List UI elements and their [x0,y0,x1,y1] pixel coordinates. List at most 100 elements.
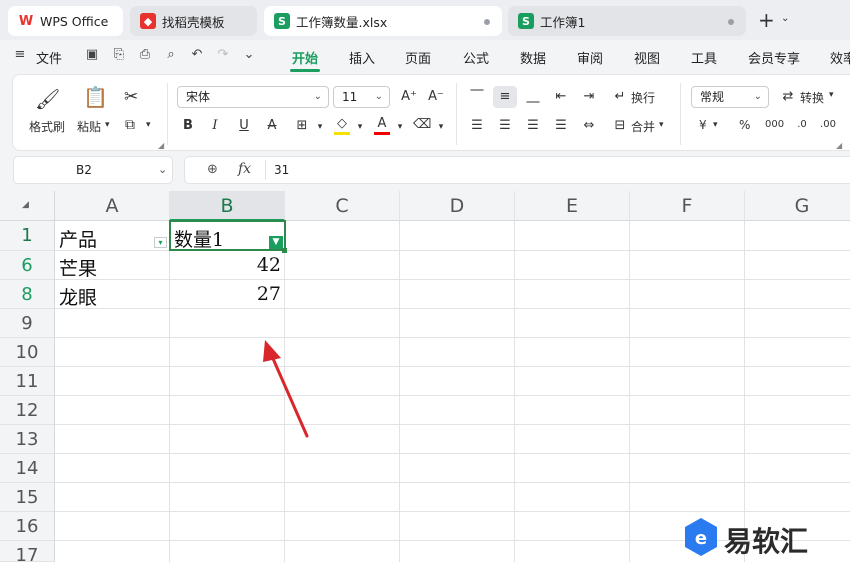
zoom-magnifier-icon[interactable]: ⊕ [207,162,218,177]
save-icon[interactable]: ▣ [84,47,100,63]
chevron-down-icon[interactable]: ▾ [713,120,718,130]
column-header-A[interactable]: A [55,191,170,221]
menu-item-formula[interactable]: 公式 [463,48,489,67]
undo-icon[interactable]: ↶ [189,47,205,63]
convert-button[interactable]: 转换 [800,89,824,106]
row-header-17[interactable]: 17 [0,541,55,562]
tab-wps-office[interactable]: W WPS Office [8,6,123,36]
increase-font-icon[interactable]: A⁺ [400,88,418,106]
cell-B8[interactable]: 27 [170,283,281,305]
fill-handle[interactable] [282,248,287,253]
row-header-9[interactable]: 9 [0,309,55,338]
menu-item-efficiency[interactable]: 效率 [830,48,850,67]
row-header-12[interactable]: 12 [0,396,55,425]
tab-docer[interactable]: ◆ 找稻壳模板 [130,6,257,36]
chevron-down-icon[interactable]: ⌄ [781,13,789,24]
expand-icon[interactable]: ◢ [836,141,842,150]
merge-icon[interactable]: ⊟ [611,117,629,135]
tab-workbook1[interactable]: S 工作簿1 [508,6,746,36]
print-preview-icon[interactable]: ⌕ [163,47,179,63]
decrease-font-icon[interactable]: A⁻ [427,88,445,106]
cell-B6[interactable]: 42 [170,254,281,276]
filter-dropdown-icon[interactable]: ▾ [154,237,167,248]
currency-button[interactable]: ¥ [699,118,707,132]
menu-item-data[interactable]: 数据 [520,48,546,67]
column-header-B[interactable]: B [170,191,285,221]
bold-icon[interactable]: B [179,117,197,135]
column-header-D[interactable]: D [400,191,515,221]
outdent-icon[interactable]: ⇤ [552,88,570,106]
menu-item-page[interactable]: 页面 [405,48,431,67]
indent-icon[interactable]: ⇥ [580,88,598,106]
cell-A6[interactable]: 芒果 [59,254,97,281]
unsaved-dot-icon[interactable] [728,19,734,25]
font-size-select[interactable]: 11 ⌄ [333,86,390,108]
new-tab-button[interactable]: + [758,8,775,32]
cut-icon[interactable]: ✂ [124,87,138,107]
wrap-icon[interactable]: ↵ [611,88,629,106]
export-icon[interactable]: ⎘ [111,47,127,63]
menu-item-home[interactable]: 开始 [292,48,318,67]
row-header-1[interactable]: 1 [0,221,55,251]
align-left-icon[interactable]: ☰ [468,117,486,135]
column-header-G[interactable]: G [745,191,850,221]
thousands-separator-icon[interactable]: 000 [765,116,784,134]
cell-A1[interactable]: 产品 [59,225,97,252]
align-middle-icon[interactable]: ≡ [496,88,514,106]
eraser-icon[interactable]: ⌫ [413,116,431,134]
chevron-down-icon[interactable]: ▾ [105,120,110,130]
column-header-F[interactable]: F [630,191,745,221]
strikethrough-icon[interactable]: A [263,117,281,135]
unsaved-dot-icon[interactable] [484,19,490,25]
row-header-10[interactable]: 10 [0,338,55,367]
paste-icon[interactable]: 📋 [83,85,108,109]
row-header-8[interactable]: 8 [0,280,55,309]
chevron-down-icon[interactable]: ▾ [351,118,369,136]
formula-input-box[interactable]: ⊕ fx 31 [184,156,850,184]
menu-item-insert[interactable]: 插入 [349,48,375,67]
decrease-decimal-icon[interactable]: .00 [819,116,837,134]
fill-color-icon[interactable]: ◇ [333,115,351,133]
fx-icon[interactable]: fx [238,161,251,177]
column-header-C[interactable]: C [285,191,400,221]
chevron-down-icon[interactable]: ▾ [829,90,834,100]
chevron-down-icon[interactable]: ▾ [659,120,664,130]
font-color-icon[interactable]: A [373,115,391,133]
align-top-icon[interactable]: ⎺ [468,88,486,106]
format-painter-icon[interactable]: 🖌 [35,87,60,111]
column-header-E[interactable]: E [515,191,630,221]
align-center-icon[interactable]: ☰ [496,117,514,135]
chevron-down-icon[interactable]: ▾ [432,118,450,136]
merge-button[interactable]: 合并 [631,118,655,135]
wrap-text-button[interactable]: 换行 [631,89,655,106]
menu-file[interactable]: 文件 [36,48,62,67]
select-all-corner[interactable]: ◢ [0,191,55,221]
increase-decimal-icon[interactable]: .0 [793,116,811,134]
chevron-down-icon[interactable]: ⌄ [241,47,257,63]
menu-item-view[interactable]: 视图 [634,48,660,67]
italic-icon[interactable]: I [206,117,224,135]
name-box[interactable]: B2 ⌄ [13,156,173,184]
redo-icon[interactable]: ↷ [215,47,231,63]
align-bottom-icon[interactable]: ⎽ [524,88,542,106]
number-format-select[interactable]: 常规 ⌄ [691,86,769,108]
row-header-11[interactable]: 11 [0,367,55,396]
percent-button[interactable]: % [739,118,750,132]
convert-icon[interactable]: ⇄ [779,88,797,106]
align-right-icon[interactable]: ☰ [524,117,542,135]
border-icon[interactable]: ⊞ [293,117,311,135]
cell-A8[interactable]: 龙眼 [59,283,97,310]
distribute-icon[interactable]: ⇔ [580,117,598,135]
menu-item-review[interactable]: 审阅 [577,48,603,67]
copy-icon[interactable]: ⧉ [125,117,135,133]
print-icon[interactable]: ⎙ [137,47,153,63]
font-name-select[interactable]: 宋体 ⌄ [177,86,329,108]
justify-icon[interactable]: ☰ [552,117,570,135]
underline-icon[interactable]: U [235,117,253,135]
row-header-16[interactable]: 16 [0,512,55,541]
row-header-14[interactable]: 14 [0,454,55,483]
chevron-down-icon[interactable]: ▾ [311,118,329,136]
row-header-15[interactable]: 15 [0,483,55,512]
chevron-down-icon[interactable]: ▾ [391,118,409,136]
menu-item-member[interactable]: 会员专享 [748,48,800,67]
